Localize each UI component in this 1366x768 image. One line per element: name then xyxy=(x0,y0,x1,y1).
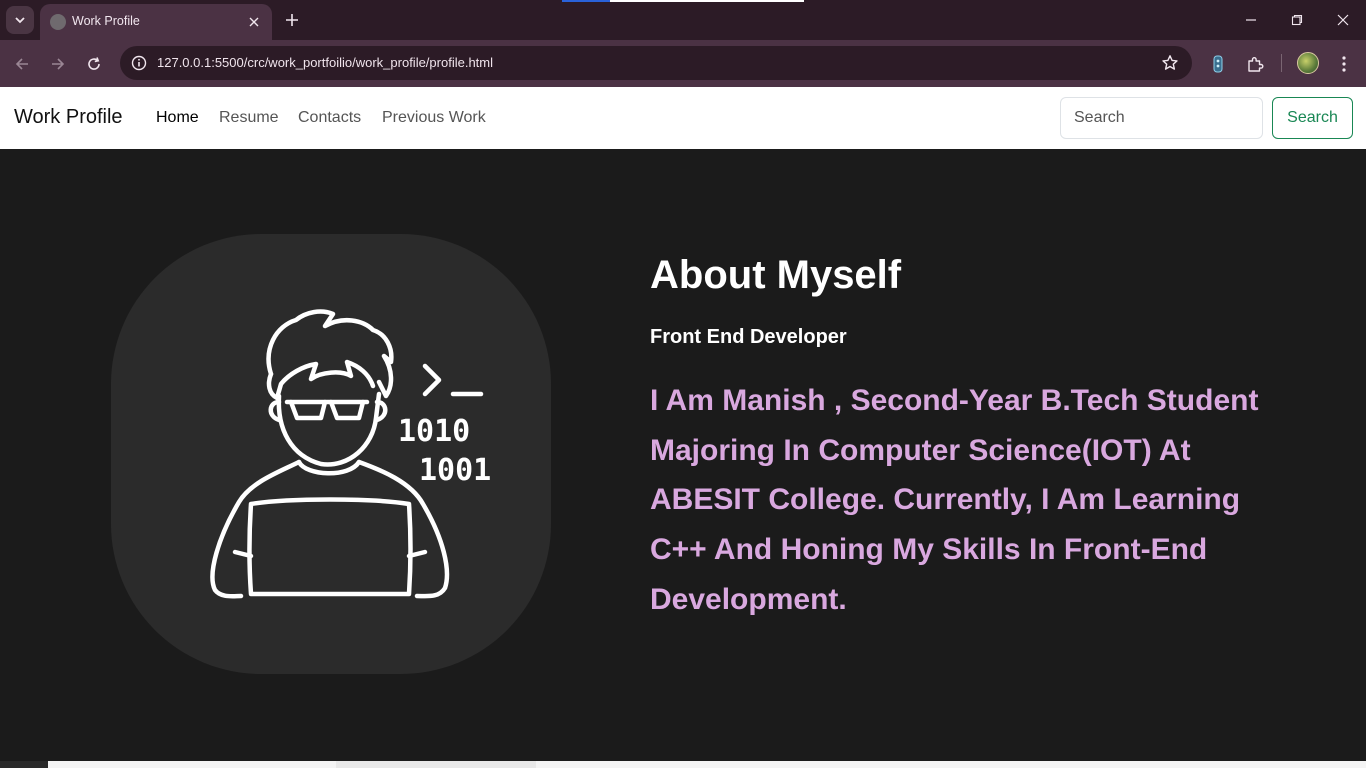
puzzle-icon[interactable] xyxy=(1242,51,1268,77)
minimize-icon[interactable] xyxy=(1236,6,1266,34)
developer-illustration: 1010 1001 xyxy=(111,234,551,674)
taskbar-edge xyxy=(0,761,1366,768)
star-icon[interactable] xyxy=(1160,53,1180,73)
kebab-menu-icon[interactable] xyxy=(1331,51,1357,77)
chevron-down-icon xyxy=(15,17,25,24)
back-arrow-icon[interactable] xyxy=(9,51,35,77)
globe-icon xyxy=(50,14,66,30)
about-section: 1010 1001 About Myself Front End Develop… xyxy=(0,149,1366,761)
close-icon[interactable] xyxy=(244,12,264,32)
nav-link-resume[interactable]: Resume xyxy=(219,109,279,127)
brand-logo[interactable]: Work Profile xyxy=(14,106,123,129)
nav-link-contacts[interactable]: Contacts xyxy=(298,109,361,127)
avatar[interactable] xyxy=(1297,52,1319,74)
nav-link-previous-work[interactable]: Previous Work xyxy=(382,109,486,127)
browser-toolbar: 127.0.0.1:5500/crc/work_portfoilio/work_… xyxy=(0,40,1366,87)
search-input[interactable] xyxy=(1060,97,1263,139)
extension-icon[interactable] xyxy=(1205,51,1231,77)
browser-tabstrip: Work Profile xyxy=(0,0,1366,40)
plus-icon[interactable] xyxy=(280,8,304,32)
url-text: 127.0.0.1:5500/crc/work_portfoilio/work_… xyxy=(157,55,494,70)
search-button[interactable]: Search xyxy=(1272,97,1353,139)
binary-line-1: 1010 xyxy=(398,414,470,449)
site-info-icon[interactable] xyxy=(128,52,150,74)
loading-indicator xyxy=(562,0,804,2)
developer-icon: 1010 1001 xyxy=(210,309,491,599)
browser-tab[interactable]: Work Profile xyxy=(40,4,272,40)
nav-link-home[interactable]: Home xyxy=(156,109,199,127)
window-close-icon[interactable] xyxy=(1328,6,1358,34)
reload-icon[interactable] xyxy=(81,51,107,77)
forward-arrow-icon[interactable] xyxy=(45,51,71,77)
tab-title: Work Profile xyxy=(72,14,140,28)
tab-list-button[interactable] xyxy=(6,6,34,34)
binary-line-2: 1001 xyxy=(419,453,491,488)
site-navbar: Work Profile Home Resume Contacts Previo… xyxy=(0,87,1366,149)
restore-icon[interactable] xyxy=(1282,6,1312,34)
toolbar-divider xyxy=(1281,54,1282,72)
address-bar[interactable]: 127.0.0.1:5500/crc/work_portfoilio/work_… xyxy=(120,46,1192,80)
bio-text: I Am Manish , Second-Year B.Tech Student… xyxy=(650,384,1259,616)
job-role: Front End Developer xyxy=(650,326,847,348)
about-title: About Myself xyxy=(650,253,902,297)
